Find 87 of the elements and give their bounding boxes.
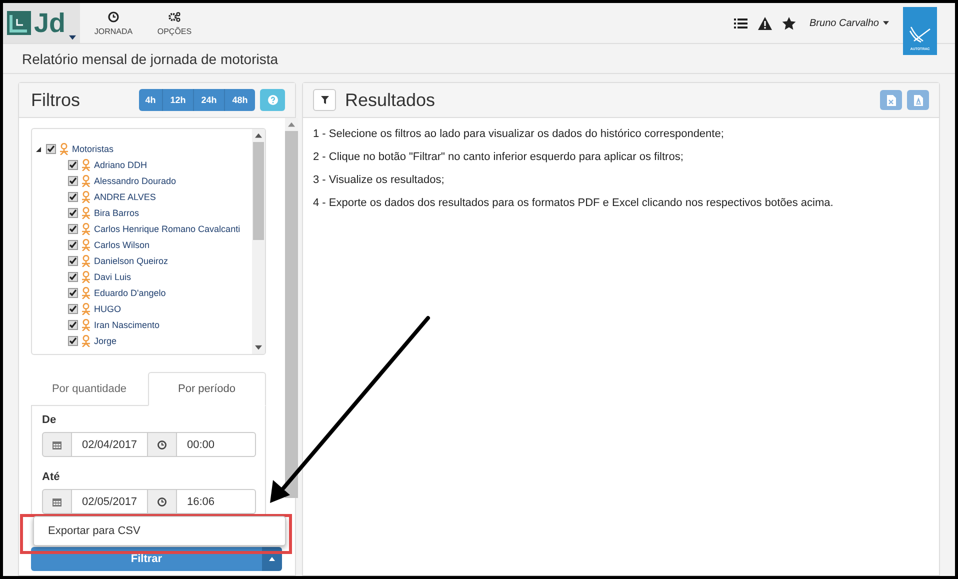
instruction-text: 1 - Selecione os filtros ao lado para visualizar os dados do histórico correspondente; bbox=[313, 127, 725, 141]
star-icon[interactable] bbox=[782, 16, 796, 30]
nav-item[interactable]: OPÇÕES bbox=[147, 10, 202, 36]
clock-button[interactable] bbox=[147, 489, 177, 514]
checkbox[interactable] bbox=[68, 176, 78, 186]
clock-icon[interactable] bbox=[157, 496, 167, 506]
field-label: Até bbox=[42, 471, 61, 483]
checkbox[interactable] bbox=[68, 240, 78, 250]
person-icon bbox=[81, 159, 91, 171]
checkbox[interactable] bbox=[68, 272, 78, 282]
menu-item[interactable]: Exportar para CSV bbox=[34, 517, 285, 545]
panel-title: Resultados bbox=[345, 90, 436, 110]
caret-icon[interactable] bbox=[69, 35, 76, 40]
tree-item[interactable]: Danielson Queiroz bbox=[94, 256, 168, 266]
range-button[interactable]: 24h bbox=[193, 89, 224, 111]
checkbox[interactable] bbox=[68, 160, 78, 170]
gear-icon[interactable] bbox=[168, 10, 181, 22]
person-icon bbox=[81, 239, 91, 251]
person-icon bbox=[59, 143, 69, 155]
checkbox[interactable] bbox=[68, 288, 78, 298]
tree-item[interactable]: ANDRE ALVES bbox=[94, 192, 156, 202]
list-icon[interactable] bbox=[734, 16, 748, 30]
field-label: De bbox=[42, 414, 58, 426]
tab[interactable]: Por quantidade bbox=[31, 372, 148, 405]
clock-icon[interactable] bbox=[107, 10, 120, 22]
scrollbar[interactable] bbox=[252, 129, 265, 354]
person-icon bbox=[81, 271, 91, 283]
tree-item[interactable]: Jorge bbox=[94, 336, 117, 346]
checkbox[interactable] bbox=[68, 256, 78, 266]
checkbox[interactable] bbox=[68, 192, 78, 202]
tree-item[interactable]: Carlos Henrique Romano Cavalcanti bbox=[94, 224, 240, 234]
logo-icon bbox=[7, 11, 31, 35]
checkbox[interactable] bbox=[68, 320, 78, 330]
scrollbar[interactable] bbox=[285, 118, 298, 498]
warning-icon[interactable] bbox=[758, 16, 772, 30]
range-button[interactable]: 4h bbox=[139, 89, 162, 111]
tree-item[interactable]: Adriano DDH bbox=[94, 160, 148, 170]
calendar-button[interactable] bbox=[42, 489, 72, 514]
time-field[interactable]: 16:06 bbox=[177, 489, 256, 514]
clock-icon[interactable] bbox=[157, 440, 167, 450]
user-menu[interactable]: Bruno Carvalho bbox=[810, 18, 889, 28]
panel-title: Filtros bbox=[30, 90, 80, 110]
time-field[interactable]: 00:00 bbox=[177, 432, 256, 457]
instruction-text: 3 - Visualize os resultados; bbox=[313, 173, 446, 187]
date-field[interactable]: 02/05/2017 bbox=[72, 489, 147, 514]
instruction-text: 2 - Clique no botão "Filtrar" no canto inferior esquerdo para aplicar os filtros; bbox=[313, 150, 684, 164]
tree-item[interactable]: HUGO bbox=[94, 304, 121, 314]
tree-item[interactable]: Iran Nascimento bbox=[94, 320, 160, 330]
tree-item[interactable]: Davi Luis bbox=[94, 272, 132, 282]
checkbox[interactable] bbox=[68, 208, 78, 218]
calendar-icon[interactable] bbox=[52, 496, 62, 506]
scroll-down-icon[interactable] bbox=[255, 345, 262, 350]
person-icon bbox=[81, 287, 91, 299]
tree-item[interactable]: Motoristas bbox=[72, 144, 114, 154]
person-icon bbox=[81, 207, 91, 219]
checkbox[interactable] bbox=[68, 304, 78, 314]
person-icon bbox=[81, 319, 91, 331]
scroll-up-icon[interactable] bbox=[255, 133, 262, 138]
checkbox[interactable] bbox=[68, 336, 78, 346]
caret-icon[interactable] bbox=[883, 21, 889, 25]
page-title: Relatório mensal de jornada de motorista bbox=[22, 50, 278, 66]
expand-toggle-icon[interactable] bbox=[36, 146, 41, 152]
checkbox[interactable] bbox=[68, 224, 78, 234]
tree-item[interactable]: Carlos Wilson bbox=[94, 240, 150, 250]
clock-button[interactable] bbox=[147, 432, 177, 457]
tree-item[interactable]: Alessandro Dourado bbox=[94, 176, 176, 186]
range-button[interactable]: 12h bbox=[162, 89, 193, 111]
checkbox[interactable] bbox=[46, 144, 56, 154]
filter-toggle-button[interactable] bbox=[313, 89, 336, 111]
person-icon bbox=[81, 303, 91, 315]
scroll-up-icon[interactable] bbox=[288, 122, 295, 127]
person-icon bbox=[81, 223, 91, 235]
caret-icon[interactable] bbox=[269, 557, 275, 561]
filter-icon[interactable] bbox=[320, 96, 328, 104]
calendar-button[interactable] bbox=[42, 432, 72, 457]
calendar-icon[interactable] bbox=[52, 440, 62, 450]
person-icon bbox=[81, 175, 91, 187]
tree-item[interactable]: Eduardo D'angelo bbox=[94, 288, 166, 298]
date-field[interactable]: 02/04/2017 bbox=[72, 432, 147, 457]
person-icon bbox=[81, 335, 91, 347]
tab[interactable]: Por período bbox=[148, 372, 266, 406]
person-icon bbox=[81, 255, 91, 267]
range-button[interactable]: 48h bbox=[224, 89, 255, 111]
tree-item[interactable]: Bira Barros bbox=[94, 208, 140, 218]
nav-item[interactable]: JORNADA bbox=[86, 10, 141, 36]
instruction-text: 4 - Exporte os dados dos resultados para os formatos PDF e Excel clicando nos respectivos botões acima. bbox=[313, 196, 834, 210]
person-icon bbox=[81, 191, 91, 203]
